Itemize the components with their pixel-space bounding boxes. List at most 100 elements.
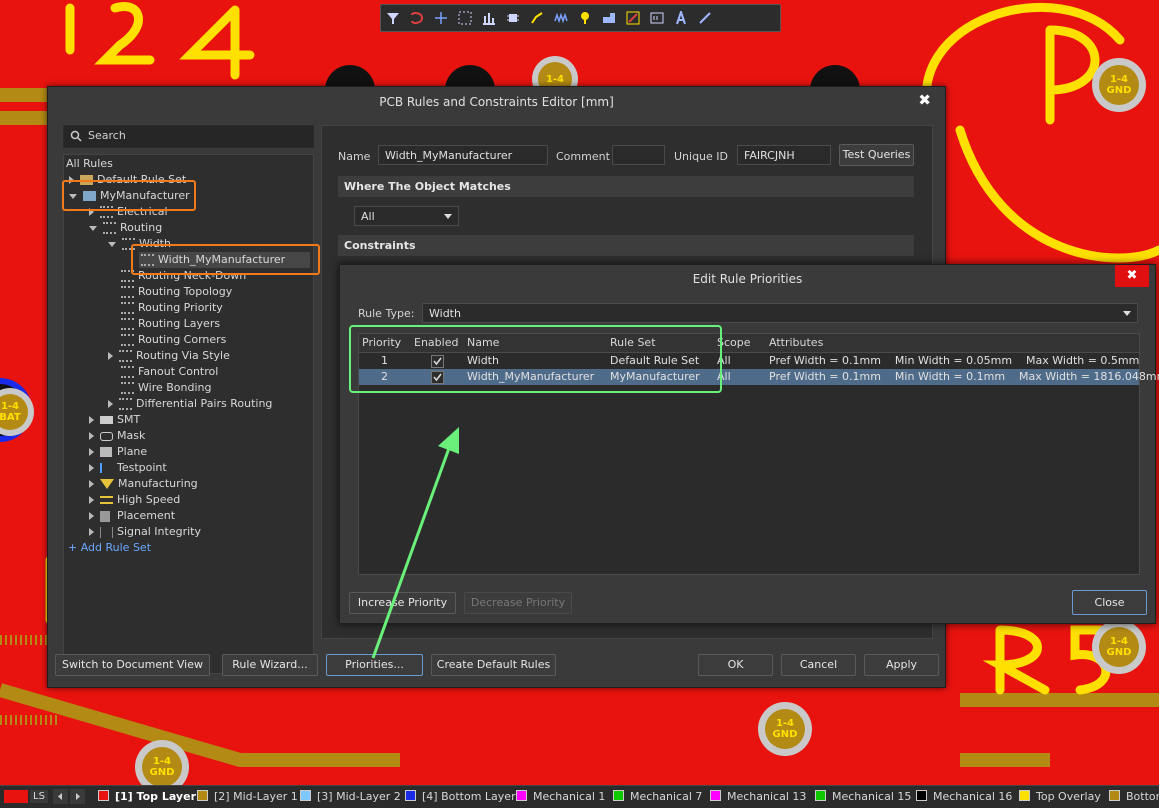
active-bar-toolbar — [380, 4, 781, 32]
line-icon[interactable] — [693, 6, 717, 30]
layer-name: Mechanical 15 — [832, 790, 912, 803]
tree-label: High Speed — [117, 493, 181, 506]
tree-item-signal-integrity[interactable]: Signal Integrity — [89, 524, 201, 540]
arrow-right-icon[interactable] — [70, 789, 85, 804]
layer-tab[interactable]: Mechanical 7 — [613, 789, 702, 805]
tree-root[interactable]: All Rules — [66, 156, 113, 172]
tree-item-routing-corners[interactable]: Routing Corners — [121, 332, 226, 348]
ok-button[interactable]: OK — [698, 654, 773, 676]
rule-wizard-button[interactable]: Rule Wizard... — [222, 654, 318, 676]
pad-label: 1-4 — [1109, 636, 1129, 647]
layer-swatch — [1019, 790, 1030, 801]
col-attributes[interactable]: Attributes — [769, 335, 823, 351]
edit-rule-priorities-dialog: Edit Rule Priorities ✖ Rule Type: Width … — [339, 264, 1159, 624]
add-rule-set-link[interactable]: + Add Rule Set — [68, 540, 151, 556]
tree-label: Signal Integrity — [117, 525, 201, 538]
tree-item-placement[interactable]: Placement — [89, 508, 175, 524]
select-icon[interactable] — [453, 6, 477, 30]
pad-net-label: GND — [149, 767, 175, 778]
layer-tab[interactable]: Bottom — [1109, 789, 1159, 805]
via-icon[interactable] — [573, 6, 597, 30]
tree-item-mask[interactable]: Mask — [89, 428, 145, 444]
tree-item-fanout-control[interactable]: Fanout Control — [121, 364, 218, 380]
close-button[interactable]: Close — [1072, 590, 1147, 615]
layer-tab[interactable]: [3] Mid-Layer 2 — [300, 789, 401, 805]
layer-tab[interactable]: Mechanical 1 — [516, 789, 605, 805]
rule-icon — [121, 302, 134, 314]
tree-item-smt[interactable]: SMT — [89, 412, 140, 428]
layer-swatch — [516, 790, 527, 801]
unique-id-field[interactable]: FAIRCJNH — [737, 145, 831, 165]
create-default-rules-button[interactable]: Create Default Rules — [431, 654, 556, 676]
decrease-priority-button[interactable]: Decrease Priority — [464, 592, 572, 614]
rule-type-select[interactable]: Width — [422, 303, 1138, 323]
layer-name: [1] Top Layer — [115, 790, 196, 803]
plane-icon — [100, 447, 112, 457]
where-matches-header: Where The Object Matches — [338, 176, 914, 197]
interactive-route-icon[interactable] — [525, 6, 549, 30]
tree-item-routing-topology[interactable]: Routing Topology — [121, 284, 232, 300]
apply-button[interactable]: Apply — [864, 654, 939, 676]
pad: 1-4 GND — [1092, 620, 1146, 674]
tree-label: Routing Corners — [138, 333, 227, 346]
layer-tab[interactable]: Mechanical 15 — [815, 789, 911, 805]
layer-tab[interactable]: [4] Bottom Layer — [405, 789, 516, 805]
layer-swatch — [710, 790, 721, 801]
tree-item-plane[interactable]: Plane — [89, 444, 147, 460]
cross-icon[interactable] — [429, 6, 453, 30]
cancel-button[interactable]: Cancel — [781, 654, 856, 676]
rule-icon — [119, 350, 132, 362]
name-field[interactable]: Width_MyManufacturer — [378, 145, 548, 165]
layer-swatch — [1109, 790, 1120, 801]
text-icon[interactable] — [669, 6, 693, 30]
component-icon[interactable] — [501, 6, 525, 30]
tree-item-routing-layers[interactable]: Routing Layers — [121, 316, 220, 332]
polygon-icon[interactable] — [597, 6, 621, 30]
layer-scroll — [53, 789, 87, 804]
tree-label: Manufacturing — [118, 477, 198, 490]
chevron-down-icon — [1123, 311, 1131, 316]
dimension-icon[interactable] — [645, 6, 669, 30]
layer-tab[interactable]: Mechanical 13 — [710, 789, 806, 805]
priorities-button[interactable]: Priorities... — [326, 654, 423, 676]
layer-set-button[interactable]: LS — [30, 790, 48, 803]
close-icon[interactable]: ✖ — [918, 91, 931, 109]
rule-icon — [121, 382, 134, 394]
current-layer-swatch[interactable] — [4, 790, 28, 803]
keepout-icon[interactable] — [621, 6, 645, 30]
rule-icon — [119, 398, 132, 410]
tree-label: Testpoint — [117, 461, 167, 474]
increase-priority-button[interactable]: Increase Priority — [349, 592, 456, 614]
tree-item-routing-via-style[interactable]: Routing Via Style — [108, 348, 230, 364]
layer-tab[interactable]: Mechanical 16 — [916, 789, 1012, 805]
switch-document-view-button[interactable]: Switch to Document View — [55, 654, 210, 676]
filter-icon[interactable] — [381, 6, 405, 30]
col-scope[interactable]: Scope — [717, 335, 751, 351]
route-icon[interactable] — [405, 6, 429, 30]
layer-swatch — [916, 790, 927, 801]
tree-item-routing-priority[interactable]: Routing Priority — [121, 300, 223, 316]
tree-item-high-speed[interactable]: High Speed — [89, 492, 180, 508]
comment-field[interactable] — [612, 145, 665, 165]
length-tune-icon[interactable] — [549, 6, 573, 30]
rule-icon — [121, 334, 134, 346]
close-icon[interactable]: ✖ — [1115, 265, 1149, 287]
tree-item-manufacturing[interactable]: Manufacturing — [89, 476, 198, 492]
where-select[interactable]: All — [354, 206, 459, 226]
comment-label: Comment — [556, 150, 610, 163]
tree-item-differential-pairs-routing[interactable]: Differential Pairs Routing — [108, 396, 272, 412]
layer-tab[interactable]: Top Overlay — [1019, 789, 1101, 805]
layer-tab[interactable]: [1] Top Layer — [98, 789, 196, 805]
tree-item-testpoint[interactable]: Testpoint — [89, 460, 167, 476]
tree-item-routing[interactable]: Routing — [89, 220, 162, 236]
search-input[interactable]: Search — [63, 125, 314, 148]
rule-icon — [121, 366, 134, 378]
pad-label: 1-4 — [152, 756, 172, 767]
tree-item-wire-bonding[interactable]: Wire Bonding — [121, 380, 211, 396]
arrow-left-icon[interactable] — [53, 789, 68, 804]
test-queries-button[interactable]: Test Queries — [839, 144, 914, 166]
layer-tab[interactable]: [2] Mid-Layer 1 — [197, 789, 298, 805]
align-icon[interactable] — [477, 6, 501, 30]
tree-label: SMT — [117, 413, 141, 426]
testpoint-icon — [100, 463, 112, 473]
